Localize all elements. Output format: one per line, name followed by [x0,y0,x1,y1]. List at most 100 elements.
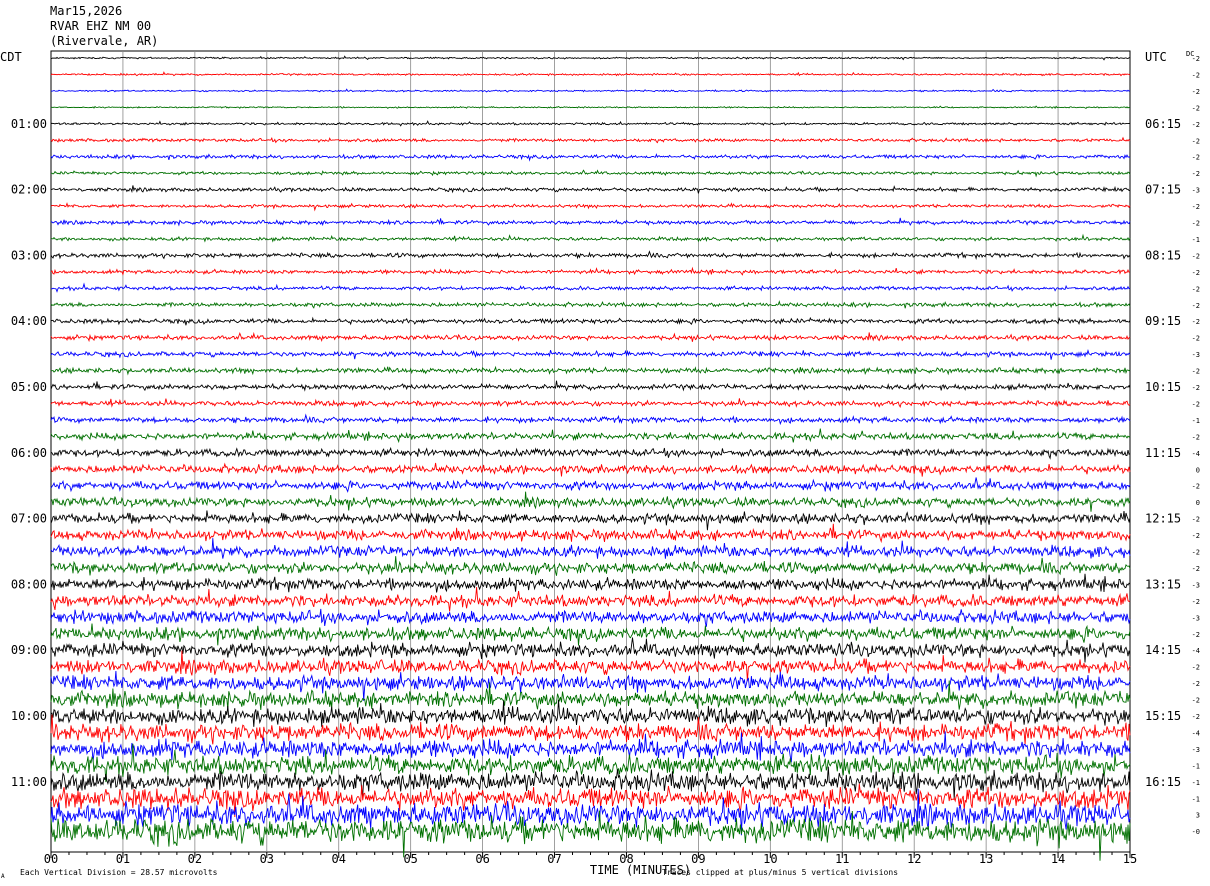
trace-row-23 [50,428,1131,444]
axis-labels: -2 -2 -2 -2 -2 -2 -2 -2 -3 -2 -2 -1 -2 -2 -2 -2 -2 -2 -3 -2… [0,50,1200,880]
trace-row-4 [50,120,1131,127]
dc-offset-label: -2 [1192,680,1200,688]
utc-hour-label: 08:15 [1145,248,1181,262]
trace-row-31 [50,556,1131,576]
utc-hour-label: 07:15 [1145,183,1181,197]
trace-row-36 [50,637,1131,663]
x-tick-label: 05 [403,852,417,866]
trace-row-32 [50,573,1131,593]
trace-row-0 [51,55,1131,61]
dc-offset-label: -2 [1192,285,1200,293]
trace-row-16 [50,316,1131,326]
dc-offset-label: -3 [1192,746,1200,754]
chart-grid [50,50,1131,858]
dc-offset-label: -2 [1192,302,1200,310]
dc-offset-label: -2 [1192,104,1200,112]
dc-offset-label: -2 [1192,384,1200,392]
trace-row-7 [51,169,1131,178]
helicorder-chart: -2 -2 -2 -2 -2 -2 -2 -2 -3 -2 -2 -1 -2 -2 -2 -2 -2 -2 -3 -2… [0,50,1200,880]
cdt-hour-label: 01:00 [11,117,47,131]
seismic-traces [50,55,1131,861]
utc-hour-label: 14:15 [1145,643,1181,657]
dc-offset-label: -2 [1192,713,1200,721]
cdt-hour-label: 04:00 [11,314,47,328]
trace-row-24 [50,446,1131,460]
dc-offset-label: -2 [1192,220,1200,228]
x-tick-label: 09 [691,852,705,866]
dc-offset-label: -2 [1192,318,1200,326]
x-tick-label: 12 [907,852,921,866]
trace-row-8 [50,185,1131,194]
dc-offset-label: -2 [1192,664,1200,672]
trace-row-13 [50,266,1131,276]
trace-row-1 [50,71,1131,77]
x-tick-label: 04 [332,852,346,866]
trace-row-10 [50,217,1131,227]
dc-offset-label: -0 [1192,828,1200,836]
dc-offset-label: -1 [1192,779,1200,787]
footer-clip-note: Traces clipped at plus/minus 5 vertical … [662,868,898,877]
dc-offset-label: -2 [1192,483,1200,491]
utc-hour-label: 11:15 [1145,446,1181,460]
dc-offset-label: -4 [1192,647,1200,655]
utc-axis-label: UTC [1145,50,1167,64]
dc-offset-label: -2 [1192,71,1200,79]
trace-row-3 [50,105,1131,110]
dc-offset-label: -2 [1192,532,1200,540]
cdt-hour-label: 09:00 [11,643,47,657]
trace-row-5 [50,136,1131,144]
dc-offset-label: -2 [1192,565,1200,573]
trace-row-27 [50,491,1131,512]
dc-offset-label: -2 [1192,335,1200,343]
dc-offset-label: -3 [1192,581,1200,589]
dc-offset-label: -2 [1192,400,1200,408]
footer-scale-note: Each Vertical Division = 28.57 microvolt… [20,868,218,877]
utc-hour-label: 06:15 [1145,117,1181,131]
trace-row-19 [50,365,1131,376]
trace-row-37 [50,650,1131,682]
dc-header-label: DC [1186,50,1194,58]
cdt-hour-label: 03:00 [11,248,47,262]
x-tick-label: 13 [979,852,993,866]
trace-row-21 [50,398,1131,409]
trace-row-33 [50,587,1131,612]
trace-row-26 [50,477,1131,493]
dc-offset-label: -2 [1192,631,1200,639]
cdt-hour-label: 06:00 [11,446,47,460]
dc-offset-label: -2 [1192,252,1200,260]
dc-offset-label: -2 [1192,598,1200,606]
dc-offset-label: 3 [1196,812,1200,820]
dc-offset-label: -2 [1192,697,1200,705]
utc-hour-label: 13:15 [1145,577,1181,591]
x-tick-label: 11 [835,852,849,866]
trace-row-17 [50,331,1131,343]
trace-row-30 [50,538,1131,559]
cdt-hour-label: 10:00 [11,709,47,723]
utc-hour-label: 16:15 [1145,775,1181,789]
dc-offset-label: -1 [1192,236,1200,244]
dc-offset-label: -2 [1192,203,1200,211]
dc-offset-label: -2 [1192,154,1200,162]
dc-offset-label: -2 [1192,269,1200,277]
utc-hour-label: 12:15 [1145,512,1181,526]
dc-offset-label: -3 [1192,614,1200,622]
dc-offset-label: -2 [1192,549,1200,557]
dc-offset-label: -4 [1192,729,1200,737]
dc-offset-label: -1 [1192,795,1200,803]
trace-row-9 [50,202,1131,212]
dc-offset-label: -3 [1192,187,1200,195]
x-tick-label: 02 [188,852,202,866]
trace-row-20 [50,380,1131,392]
utc-hour-label: 09:15 [1145,314,1181,328]
trace-row-42 [50,731,1131,763]
corner-mark: A [1,873,5,880]
trace-row-2 [50,88,1131,93]
trace-row-35 [50,623,1131,646]
cdt-hour-label: 08:00 [11,577,47,591]
cdt-axis-label: CDT [0,50,22,64]
trace-row-18 [50,348,1131,360]
trace-row-25 [50,462,1131,477]
x-tick-label: 14 [1051,852,1065,866]
x-tick-label: 01 [116,852,130,866]
cdt-hour-label: 05:00 [11,380,47,394]
